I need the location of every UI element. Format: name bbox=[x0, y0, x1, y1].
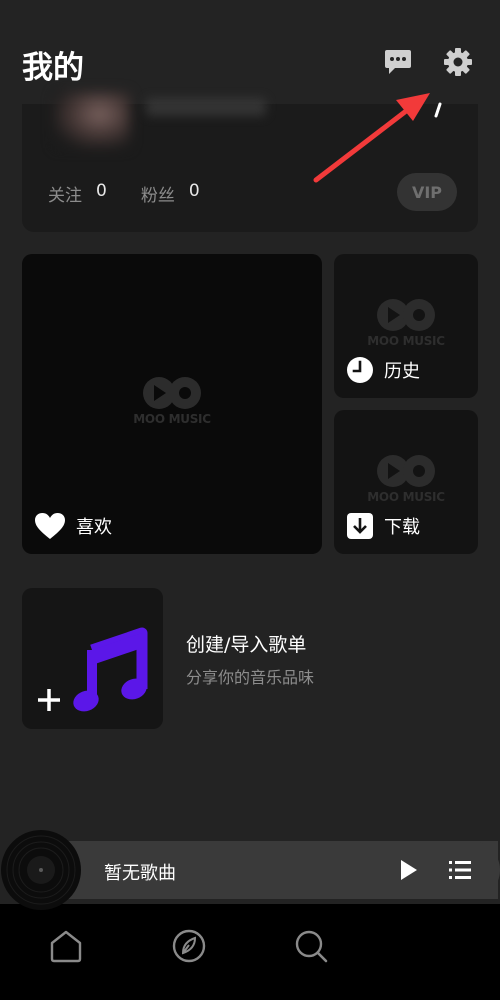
play-icon bbox=[401, 860, 417, 880]
create-playlist-tile[interactable] bbox=[22, 588, 163, 729]
fans-label: 粉丝 bbox=[140, 186, 175, 206]
nav-explore[interactable] bbox=[169, 926, 209, 966]
mini-player[interactable] bbox=[22, 841, 498, 899]
add-music-icon bbox=[38, 627, 148, 712]
moo-logo-icon bbox=[377, 299, 435, 331]
gear-icon bbox=[444, 48, 472, 76]
download-icon bbox=[347, 513, 373, 539]
follow-stat[interactable]: 关注 0 bbox=[48, 181, 107, 206]
fans-stat[interactable]: 粉丝 0 bbox=[141, 181, 200, 206]
history-label-group: 历史 bbox=[346, 356, 420, 384]
profile-stats: 关注 0 粉丝 0 bbox=[48, 181, 200, 206]
like-label-group: 喜欢 bbox=[34, 512, 112, 540]
settings-button[interactable] bbox=[441, 45, 475, 79]
create-playlist-title[interactable]: 创建/导入歌单 bbox=[186, 630, 306, 657]
fans-count: 0 bbox=[188, 181, 200, 201]
explore-icon bbox=[172, 929, 206, 963]
page-title: 我的 bbox=[22, 50, 84, 86]
logo-text: MOO MUSIC bbox=[367, 490, 445, 504]
username-blurred bbox=[146, 98, 266, 116]
moo-music-logo: MOO MUSIC bbox=[334, 454, 478, 504]
logo-text: MOO MUSIC bbox=[133, 412, 211, 426]
create-playlist-subtitle: 分享你的音乐品味 bbox=[186, 668, 315, 687]
home-icon bbox=[50, 930, 82, 963]
moo-music-logo: MOO MUSIC bbox=[22, 376, 322, 426]
message-button[interactable] bbox=[381, 45, 415, 79]
like-tile[interactable]: MOO MUSIC 喜欢 bbox=[22, 254, 322, 554]
follow-label: 关注 bbox=[48, 186, 82, 206]
message-icon bbox=[385, 50, 411, 74]
play-button[interactable] bbox=[394, 856, 422, 884]
vinyl-icon bbox=[1, 830, 81, 910]
clock-icon bbox=[347, 357, 373, 383]
list-icon bbox=[449, 861, 471, 879]
download-tile[interactable]: MOO MUSIC 下载 bbox=[334, 410, 478, 554]
heart-icon bbox=[35, 513, 65, 539]
song-title: 暂无歌曲 bbox=[104, 863, 176, 884]
moo-logo-icon bbox=[377, 455, 435, 487]
download-label-group: 下载 bbox=[346, 512, 420, 540]
vinyl-disc[interactable] bbox=[0, 829, 82, 911]
moo-music-logo: MOO MUSIC bbox=[334, 298, 478, 348]
search-icon bbox=[295, 930, 328, 963]
history-label: 历史 bbox=[384, 361, 420, 382]
logo-text: MOO MUSIC bbox=[367, 334, 445, 348]
follow-count: 0 bbox=[96, 181, 107, 201]
vip-button[interactable]: VIP bbox=[397, 173, 457, 211]
playlist-queue-button[interactable] bbox=[446, 856, 474, 884]
download-label: 下载 bbox=[384, 517, 420, 538]
nav-home[interactable] bbox=[46, 926, 86, 966]
nav-search[interactable] bbox=[291, 926, 331, 966]
avatar[interactable] bbox=[54, 92, 130, 148]
history-tile[interactable]: MOO MUSIC 历史 bbox=[334, 254, 478, 398]
like-label: 喜欢 bbox=[76, 517, 112, 538]
moo-logo-icon bbox=[143, 377, 201, 409]
